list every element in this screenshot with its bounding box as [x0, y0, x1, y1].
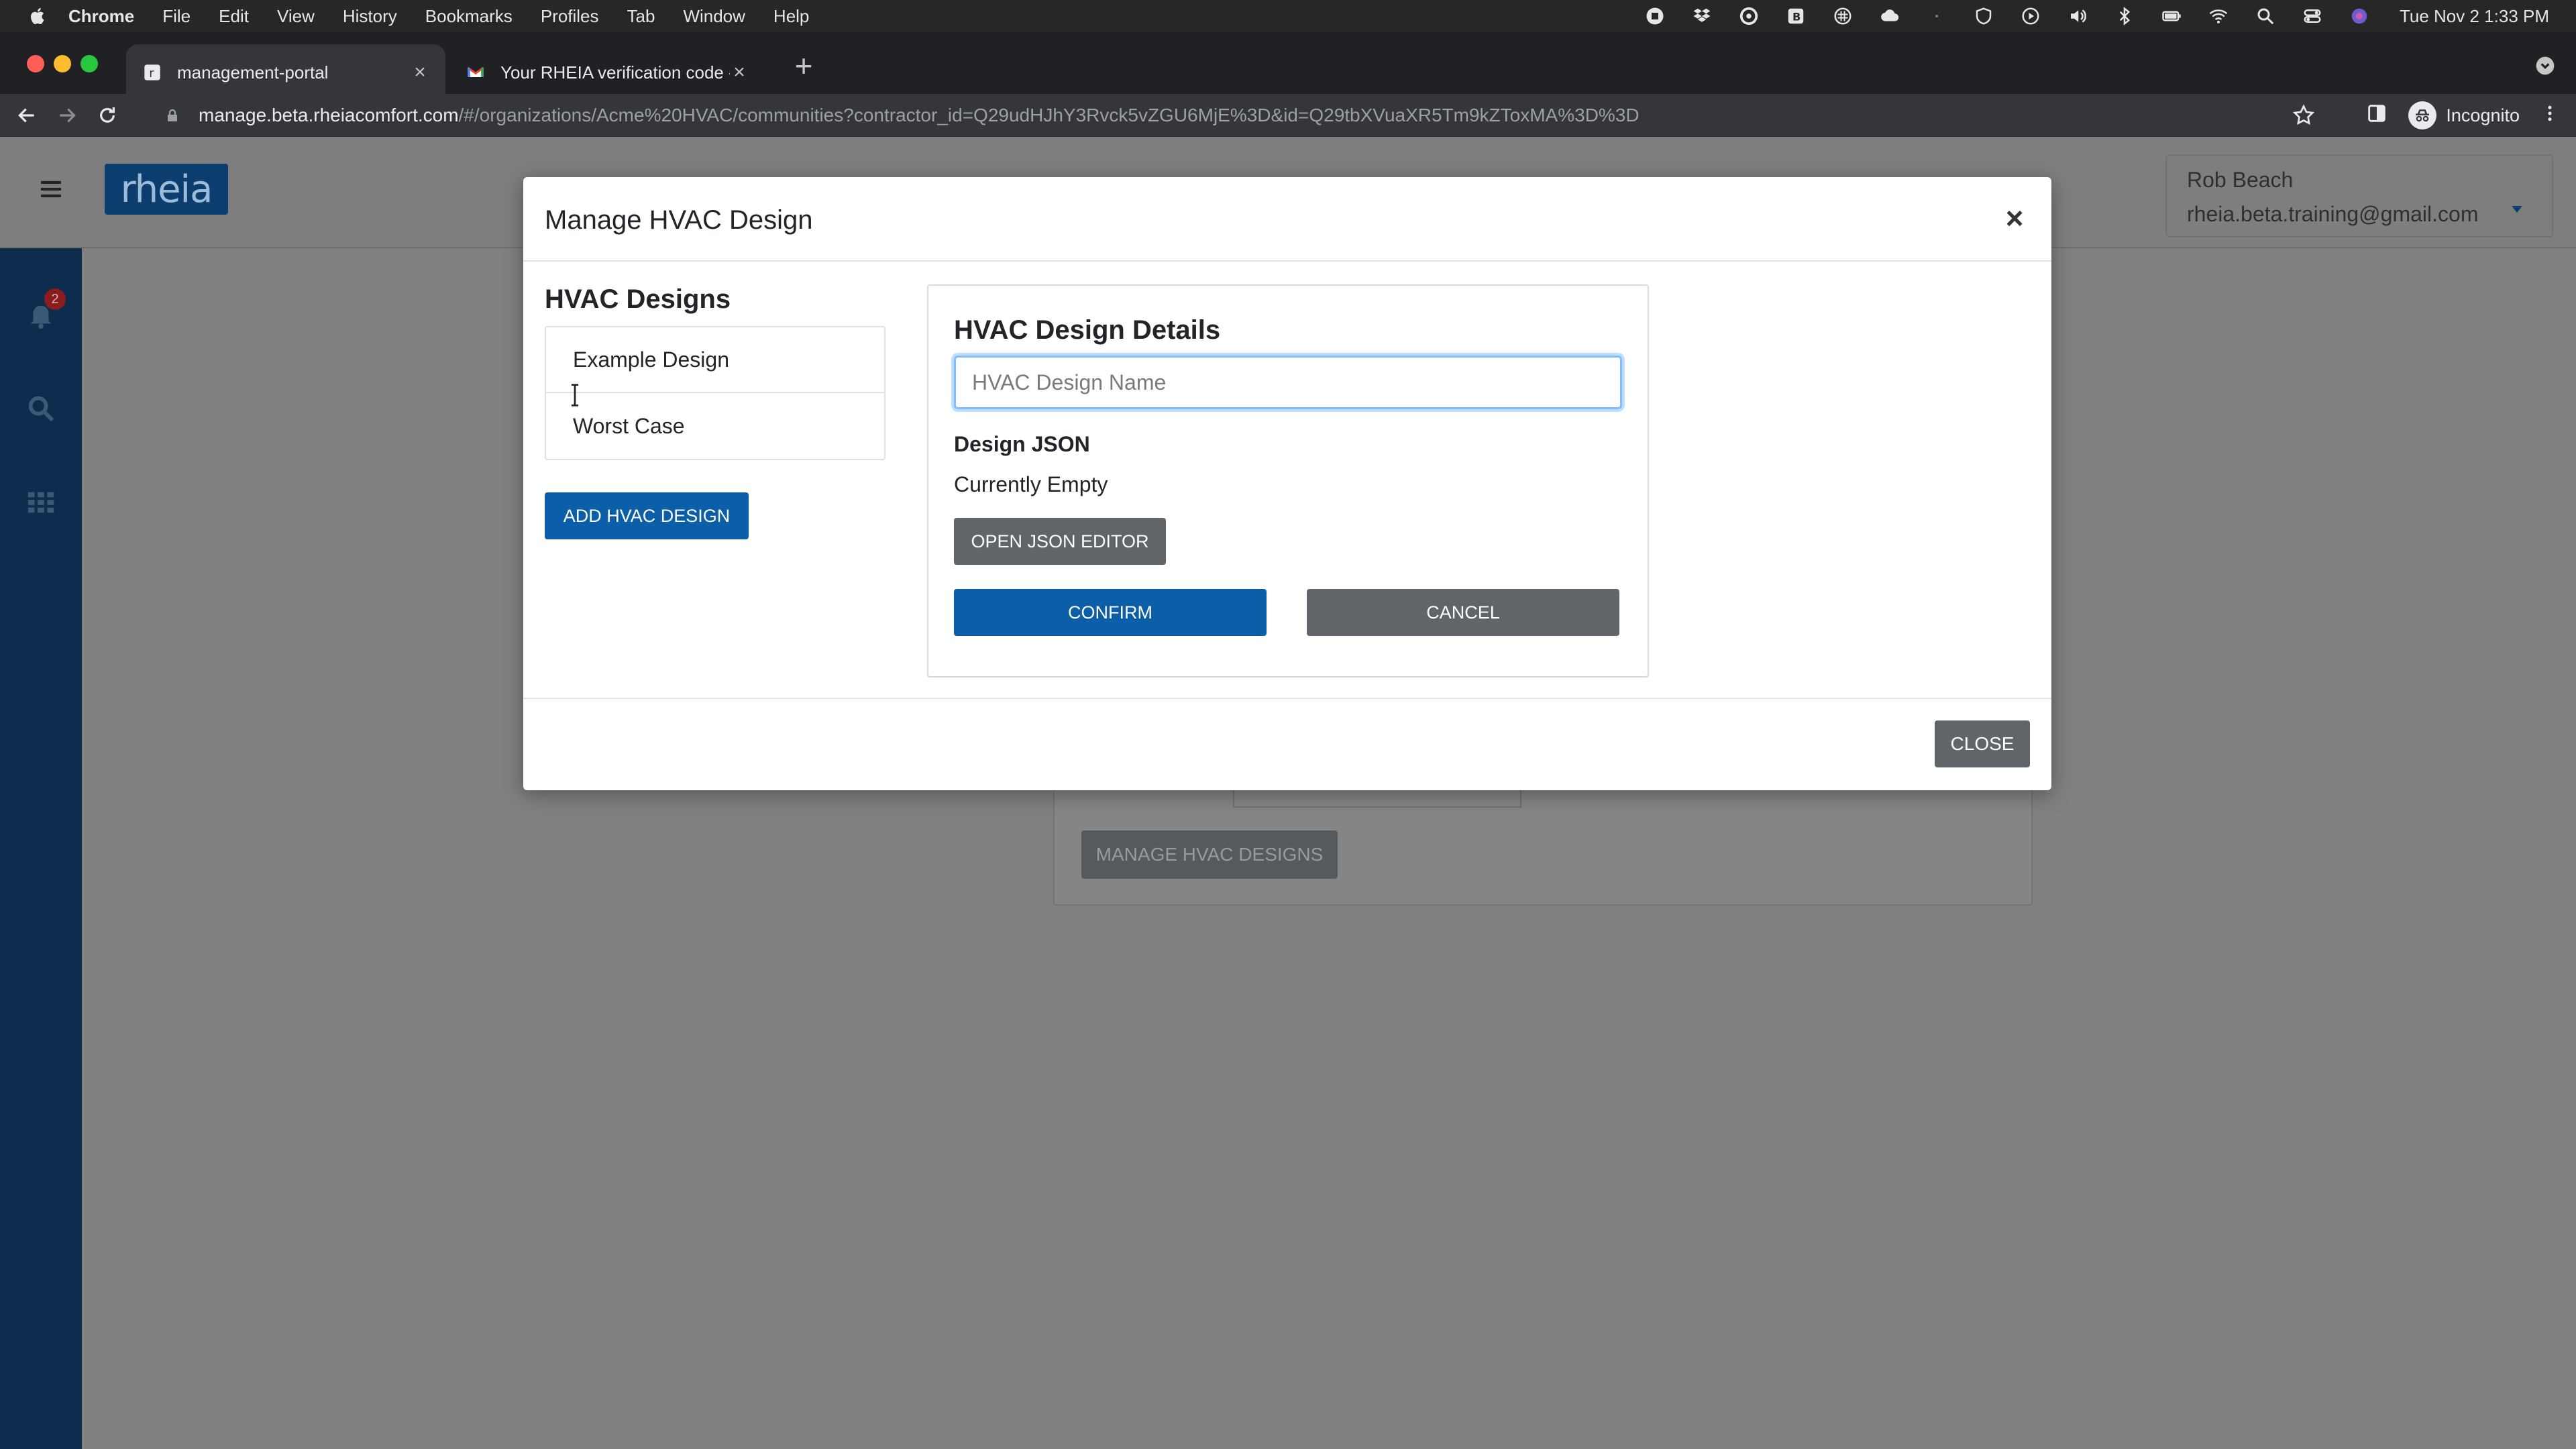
reading-list-icon[interactable]	[2365, 102, 2388, 129]
sidebar: 2	[0, 248, 82, 1449]
close-button[interactable]: CLOSE	[1935, 720, 2030, 767]
svg-text:B: B	[1792, 10, 1801, 23]
tab-search-icon[interactable]	[2533, 54, 2557, 78]
profile-label: Incognito	[2446, 105, 2520, 125]
manage-hvac-design-modal: Manage HVAC Design × HVAC Designs Exampl…	[523, 177, 2051, 790]
hamburger-menu-icon[interactable]	[38, 176, 64, 203]
dropbox-icon[interactable]	[1688, 6, 1715, 26]
incognito-profile-button[interactable]: Incognito	[2408, 101, 2520, 129]
community-card: MANAGE HVAC DESIGNS	[1053, 781, 2033, 906]
siri-icon[interactable]	[2346, 6, 2373, 26]
chrome-menu-kebab-icon[interactable]	[2540, 103, 2560, 128]
menubar-clock[interactable]: Tue Nov 2 1:33 PM	[2400, 6, 2549, 27]
wifi-icon[interactable]	[2205, 6, 2232, 26]
menu-help[interactable]: Help	[773, 6, 809, 27]
user-name: Rob Beach	[2187, 168, 2294, 192]
design-json-label: Design JSON	[954, 432, 1090, 456]
creative-cloud-icon[interactable]	[1735, 6, 1762, 26]
cloud-icon[interactable]	[1876, 6, 1903, 26]
designs-heading: HVAC Designs	[545, 284, 731, 314]
play-icon[interactable]	[2017, 6, 2044, 26]
dot-icon	[1923, 6, 1950, 26]
user-menu-dropdown[interactable]: Rob Beach rheia.beta.training@gmail.com	[2165, 154, 2553, 237]
design-json-status: Currently Empty	[954, 472, 1108, 496]
incognito-icon	[2408, 101, 2437, 129]
notification-badge: 2	[44, 288, 66, 310]
browser-toolbar: manage.beta.rheiacomfort.com/#/organizat…	[0, 94, 2576, 137]
menu-bookmarks[interactable]: Bookmarks	[425, 6, 513, 27]
close-tab-icon[interactable]: ×	[411, 61, 429, 83]
window-minimize-button[interactable]	[54, 55, 71, 72]
modal-footer: CLOSE	[523, 698, 2051, 790]
window-zoom-button[interactable]	[80, 55, 98, 72]
url-host: manage.beta.rheiacomfort.com	[199, 105, 459, 125]
text-cursor-icon	[569, 384, 581, 407]
user-email: rheia.beta.training@gmail.com	[2187, 202, 2479, 226]
browser-tab-strip: r management-portal × Your RHEIA verific…	[0, 32, 2576, 101]
tab-title: management-portal	[177, 62, 329, 83]
chevron-down-icon	[2512, 193, 2522, 213]
design-name-input[interactable]	[954, 356, 1622, 409]
volume-icon[interactable]	[2064, 6, 2091, 26]
battery-icon[interactable]	[2158, 6, 2185, 26]
bookmark-star-icon[interactable]	[2292, 103, 2316, 127]
open-json-editor-button[interactable]: OPEN JSON EDITOR	[954, 518, 1166, 565]
menu-profiles[interactable]: Profiles	[541, 6, 599, 27]
record-icon[interactable]	[1642, 6, 1668, 26]
details-heading: HVAC Design Details	[954, 315, 1221, 345]
window-close-button[interactable]	[27, 55, 44, 72]
svg-text:r: r	[149, 67, 154, 80]
tab-title: Your RHEIA verification code -	[500, 62, 730, 83]
shield-icon[interactable]	[1970, 6, 1997, 26]
menu-history[interactable]: History	[343, 6, 397, 27]
address-bar[interactable]: manage.beta.rheiacomfort.com/#/organizat…	[148, 97, 2334, 134]
tab-management-portal[interactable]: r management-portal ×	[126, 44, 445, 101]
control-center-icon[interactable]	[2299, 6, 2326, 26]
menu-window[interactable]: Window	[683, 6, 745, 27]
spotlight-search-icon[interactable]	[2252, 6, 2279, 26]
confirm-button[interactable]: CONFIRM	[954, 589, 1267, 636]
close-tab-icon[interactable]: ×	[730, 61, 749, 83]
menu-file[interactable]: File	[162, 6, 191, 27]
apple-icon[interactable]	[27, 5, 50, 28]
cancel-button[interactable]: CANCEL	[1307, 589, 1619, 636]
tab-verification-email[interactable]: Your RHEIA verification code - ×	[449, 44, 765, 101]
design-details-card: HVAC Design Details Design JSON Currentl…	[927, 284, 1649, 678]
grid-app-icon[interactable]	[1829, 6, 1856, 26]
forward-arrow-icon[interactable]	[50, 98, 85, 133]
apps-grid-icon[interactable]	[25, 487, 56, 518]
new-tab-plus-icon[interactable]: +	[785, 47, 822, 85]
back-arrow-icon[interactable]	[9, 98, 44, 133]
design-list: Example Design Worst Case	[545, 326, 885, 460]
design-item-example-design[interactable]: Example Design	[546, 327, 884, 393]
toolbar-right: Incognito	[2365, 94, 2560, 137]
menu-view[interactable]: View	[277, 6, 315, 27]
url-path: /#/organizations/Acme%20HVAC/communities…	[458, 105, 1640, 125]
menu-edit[interactable]: Edit	[219, 6, 249, 27]
add-hvac-design-button[interactable]: ADD HVAC DESIGN	[545, 492, 749, 539]
macos-menu-bar: Chrome File Edit View History Bookmarks …	[0, 0, 2576, 32]
status-area: B Tue Nov 2 1:33 PM	[1642, 0, 2549, 32]
rheia-logo[interactable]: rheia	[105, 164, 228, 215]
manage-hvac-designs-button[interactable]: MANAGE HVAC DESIGNS	[1081, 830, 1338, 879]
rheia-favicon-icon: r	[142, 62, 162, 83]
bluetooth-icon[interactable]	[2111, 6, 2138, 26]
lock-icon[interactable]	[164, 107, 181, 124]
modal-title: Manage HVAC Design	[545, 205, 813, 235]
design-item-worst-case[interactable]: Worst Case	[546, 393, 884, 459]
reload-icon[interactable]	[90, 98, 125, 133]
menu-app-name[interactable]: Chrome	[68, 6, 134, 27]
b-app-icon[interactable]: B	[1782, 6, 1809, 26]
gmail-favicon-icon	[466, 62, 486, 83]
close-icon[interactable]: ×	[2000, 201, 2029, 235]
modal-header: Manage HVAC Design ×	[523, 177, 2051, 262]
search-icon[interactable]	[25, 393, 56, 424]
menu-tab[interactable]: Tab	[627, 6, 655, 27]
